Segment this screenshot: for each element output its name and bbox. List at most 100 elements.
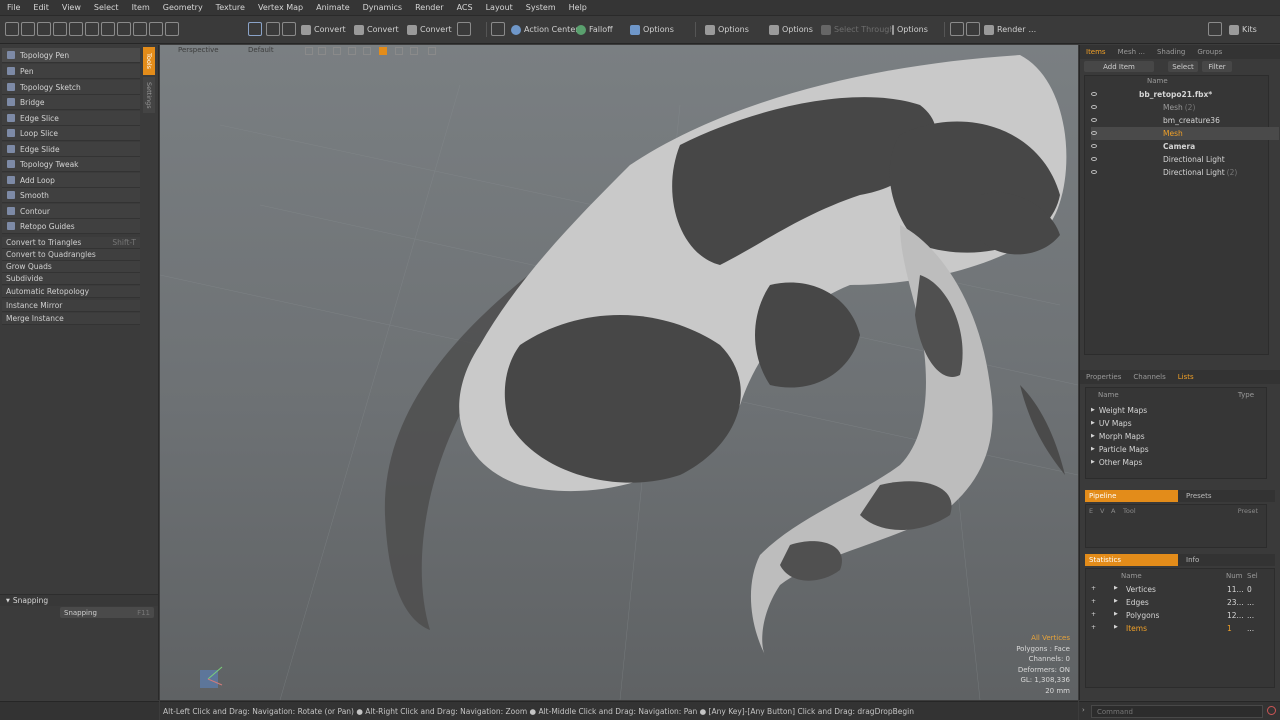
menu-layout[interactable]: Layout bbox=[479, 0, 519, 16]
menu-help[interactable]: Help bbox=[562, 0, 593, 16]
center-mode-icon[interactable] bbox=[101, 22, 115, 36]
expand-icon[interactable]: ▶ bbox=[1091, 420, 1095, 426]
tool-topology-tweak[interactable]: Topology Tweak bbox=[2, 157, 140, 172]
expand-icon[interactable]: ▶ bbox=[1091, 407, 1095, 413]
visibility-icon[interactable] bbox=[1091, 118, 1097, 123]
menu-vertex-map[interactable]: Vertex Map bbox=[251, 0, 309, 16]
snapping-button[interactable]: Snapping F11 bbox=[60, 607, 154, 618]
add-item-dropdown[interactable]: Add Item bbox=[1084, 61, 1154, 72]
list-item[interactable]: ▶ UV Maps bbox=[1091, 417, 1271, 430]
add-icon[interactable]: + bbox=[1091, 611, 1096, 618]
visibility-icon[interactable] bbox=[1091, 157, 1097, 162]
cmd-grow-quads[interactable]: Grow Quads bbox=[2, 261, 140, 273]
options-button-4[interactable]: Options bbox=[888, 21, 932, 38]
tab-properties[interactable]: Properties bbox=[1080, 373, 1127, 381]
expand-icon[interactable]: ▶ bbox=[1114, 598, 1118, 604]
search-icon[interactable] bbox=[1208, 22, 1222, 36]
edges-mode-icon[interactable] bbox=[21, 22, 35, 36]
convert-button-3[interactable]: Convert bbox=[403, 21, 456, 38]
pivot-mode-icon[interactable] bbox=[85, 22, 99, 36]
tab-presets[interactable]: Presets bbox=[1178, 490, 1211, 502]
materials-mode-icon[interactable] bbox=[53, 22, 67, 36]
move-icon[interactable] bbox=[165, 22, 179, 36]
expand-icon[interactable]: ▶ bbox=[1114, 611, 1118, 617]
cmd-automatic-retopology[interactable]: Automatic Retopology bbox=[2, 286, 140, 298]
tool-edge-slide[interactable]: Edge Slide bbox=[2, 142, 140, 157]
tab-lists[interactable]: Lists bbox=[1172, 373, 1200, 381]
select-icon[interactable] bbox=[248, 22, 262, 36]
cmd-merge-instance[interactable]: Merge Instance bbox=[2, 313, 140, 325]
options-button-2[interactable]: Options bbox=[701, 21, 753, 38]
filter-button[interactable]: Filter bbox=[1202, 61, 1232, 72]
item-row-bm-creature[interactable]: bm_creature36 bbox=[1091, 114, 1279, 127]
visibility-icon[interactable] bbox=[1091, 144, 1097, 149]
menu-view[interactable]: View bbox=[55, 0, 87, 16]
add-icon[interactable]: + bbox=[1091, 598, 1096, 605]
grid-icon[interactable] bbox=[149, 22, 163, 36]
menu-dynamics[interactable]: Dynamics bbox=[356, 0, 408, 16]
cmd-convert-to-quadrangles[interactable]: Convert to Quadrangles bbox=[2, 249, 140, 261]
tool-contour[interactable]: Contour bbox=[2, 204, 140, 219]
visibility-icon[interactable] bbox=[1091, 105, 1097, 110]
menu-geometry[interactable]: Geometry bbox=[156, 0, 209, 16]
menu-select[interactable]: Select bbox=[87, 0, 125, 16]
visibility-icon[interactable] bbox=[1091, 131, 1097, 136]
add-icon[interactable]: + bbox=[1091, 585, 1096, 592]
settings-icon[interactable] bbox=[410, 47, 418, 55]
select-through-button[interactable]: Select Through bbox=[817, 21, 898, 38]
tab-channels[interactable]: Channels bbox=[1127, 373, 1171, 381]
menu-file[interactable]: File bbox=[0, 0, 26, 16]
command-expand-icon[interactable]: › bbox=[1082, 706, 1085, 714]
cmd-convert-to-triangles[interactable]: Convert to Triangles Shift-T bbox=[2, 237, 140, 249]
kits-button[interactable]: Kits bbox=[1225, 21, 1261, 38]
stats-row-vertices[interactable]: + ▶ Vertices 11... 0 bbox=[1091, 583, 1279, 596]
list-item[interactable]: ▶ Weight Maps bbox=[1091, 404, 1271, 417]
expand-icon[interactable]: ▶ bbox=[1114, 585, 1118, 591]
menu-render[interactable]: Render bbox=[408, 0, 449, 16]
list-item[interactable]: ▶ Morph Maps bbox=[1091, 430, 1271, 443]
select-button[interactable]: Select bbox=[1168, 61, 1198, 72]
menu-acs[interactable]: ACS bbox=[450, 0, 479, 16]
item-row-scene[interactable]: bb_retopo21.fbx* bbox=[1091, 88, 1279, 101]
tool-bridge[interactable]: Bridge bbox=[2, 95, 140, 110]
stats-row-edges[interactable]: + ▶ Edges 23... ... bbox=[1091, 596, 1279, 609]
menu-texture[interactable]: Texture bbox=[209, 0, 251, 16]
list-item[interactable]: ▶ Particle Maps bbox=[1091, 443, 1271, 456]
tab-tools[interactable]: Tools bbox=[143, 47, 155, 75]
item-row-light-2[interactable]: Directional Light (2) bbox=[1091, 166, 1279, 179]
snapping-section[interactable]: ▼ Snapping bbox=[0, 594, 158, 606]
cmd-subdivide[interactable]: Subdivide bbox=[2, 273, 140, 285]
preview-icon[interactable] bbox=[950, 22, 964, 36]
tab-mesh[interactable]: Mesh ... bbox=[1112, 48, 1151, 56]
tab-statistics[interactable]: Statistics bbox=[1085, 554, 1178, 566]
items-mode-icon[interactable] bbox=[69, 22, 83, 36]
render-frame-icon[interactable] bbox=[966, 22, 980, 36]
maximize-icon[interactable] bbox=[428, 47, 436, 55]
polygons-mode-icon[interactable] bbox=[37, 22, 51, 36]
tab-info[interactable]: Info bbox=[1178, 554, 1199, 566]
tool-retopo-guides[interactable]: Retopo Guides bbox=[2, 219, 140, 234]
expand-icon[interactable]: ▶ bbox=[1091, 446, 1095, 452]
tab-settings[interactable]: Settings bbox=[143, 77, 155, 113]
expand-icon[interactable]: ▶ bbox=[1091, 433, 1095, 439]
tab-pipeline[interactable]: Pipeline bbox=[1085, 490, 1178, 502]
convert-button-1[interactable]: Convert bbox=[297, 21, 350, 38]
grid-toggle-icon[interactable] bbox=[348, 47, 356, 55]
tab-items[interactable]: Items bbox=[1080, 48, 1112, 56]
command-input[interactable] bbox=[1091, 705, 1263, 718]
cube-icon[interactable] bbox=[282, 22, 296, 36]
expand-icon[interactable]: ▶ bbox=[1114, 624, 1118, 630]
options-button-1[interactable]: Options bbox=[626, 21, 678, 38]
tab-groups[interactable]: Groups bbox=[1191, 48, 1228, 56]
tool-pen[interactable]: Pen bbox=[2, 64, 140, 79]
item-row-light-1[interactable]: Directional Light bbox=[1091, 153, 1279, 166]
item-row-camera[interactable]: Camera bbox=[1091, 140, 1279, 153]
visibility-icon[interactable] bbox=[1091, 92, 1097, 97]
menu-edit[interactable]: Edit bbox=[26, 0, 55, 16]
menu-animate[interactable]: Animate bbox=[309, 0, 356, 16]
menu-item[interactable]: Item bbox=[125, 0, 156, 16]
tool-smooth[interactable]: Smooth bbox=[2, 188, 140, 203]
item-row-mesh-2[interactable]: Mesh (2) bbox=[1091, 101, 1279, 114]
cmd-instance-mirror[interactable]: Instance Mirror bbox=[2, 300, 140, 312]
lights-icon[interactable] bbox=[363, 47, 371, 55]
